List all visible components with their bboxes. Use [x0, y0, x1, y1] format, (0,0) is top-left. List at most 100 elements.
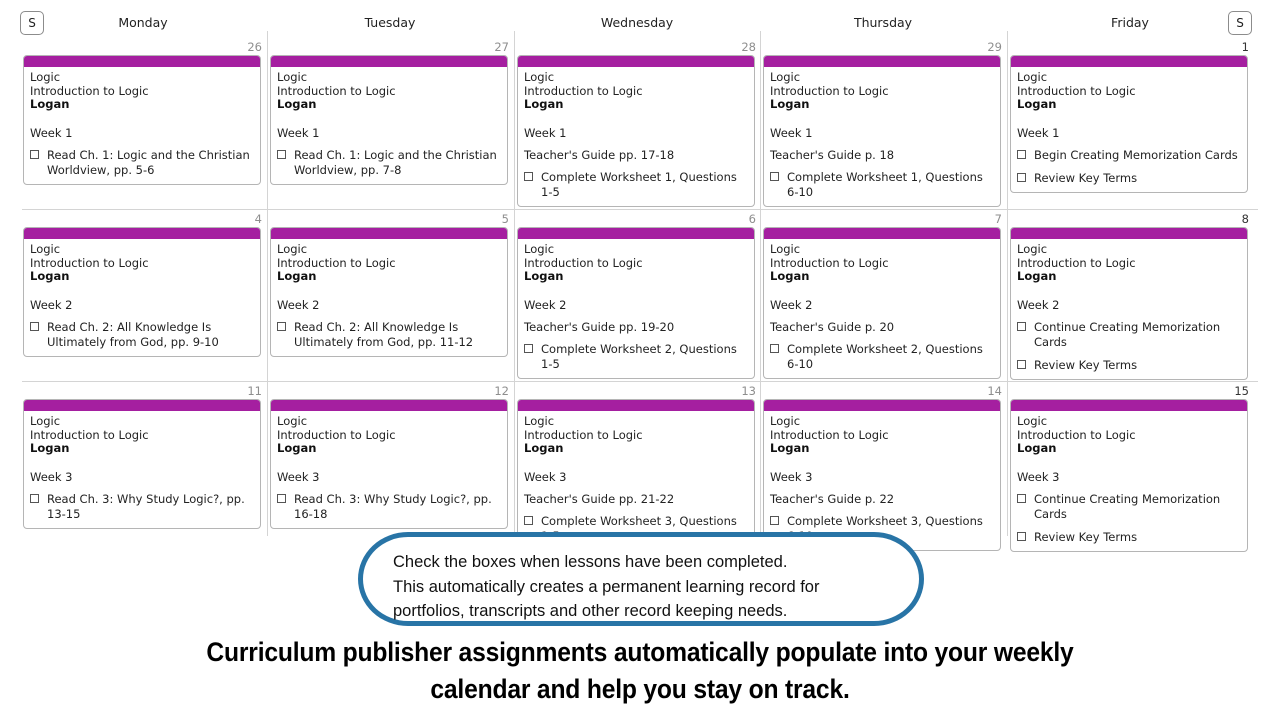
- checkbox-icon[interactable]: [1017, 493, 1026, 503]
- checkbox-icon[interactable]: [277, 321, 286, 331]
- checkbox-icon[interactable]: [277, 493, 286, 503]
- checkbox-icon[interactable]: [770, 171, 779, 181]
- checkbox-icon[interactable]: [524, 171, 533, 181]
- day-header-friday: Friday: [1111, 15, 1149, 30]
- date-number: 8: [1241, 212, 1249, 226]
- checkbox-icon[interactable]: [277, 149, 286, 159]
- tagline: Curriculum publisher assignments automat…: [129, 634, 1152, 708]
- event-student-name: Logan: [524, 97, 564, 112]
- checkbox-icon[interactable]: [524, 343, 533, 353]
- task-row[interactable]: Read Ch. 3: Why Study Logic?, pp. 16-18: [277, 492, 501, 522]
- checkbox-icon[interactable]: [30, 493, 39, 503]
- event-title: Introduction to Logic: [524, 83, 643, 98]
- checkbox-icon[interactable]: [1017, 149, 1026, 159]
- task-row[interactable]: Read Ch. 2: All Knowledge Is Ultimately …: [30, 320, 254, 350]
- task-row[interactable]: Continue Creating Memorization Cards: [1017, 320, 1241, 350]
- day-header-monday: Monday: [118, 15, 168, 30]
- event-card[interactable]: Logic Introduction to Logic Logan Week 1 Rea…: [270, 55, 508, 185]
- event-card[interactable]: Logic Introduction to Logic Logan Week 2 Rea…: [270, 227, 508, 357]
- callout-text: Check the boxes when lessons have been c…: [393, 550, 898, 624]
- event-body: Logic Introduction to Logic Logan Week 1 Rea…: [24, 67, 260, 184]
- event-body: Logic Introduction to Logic Logan Week 3 Rea…: [24, 411, 260, 528]
- task-row[interactable]: Complete Worksheet 1, Questions 6-10: [770, 170, 994, 200]
- event-week-label: Week 2: [1017, 297, 1060, 312]
- event-card[interactable]: Logic Introduction to Logic Logan Week 2 Tea…: [763, 227, 1001, 379]
- task-label: Read Ch. 2: All Knowledge Is Ultimately …: [294, 319, 474, 349]
- event-color-bar: [271, 56, 507, 67]
- event-student-name: Logan: [524, 441, 564, 456]
- date-number: 12: [494, 384, 509, 398]
- event-week-label: Week 2: [770, 297, 813, 312]
- date-number: 11: [247, 384, 262, 398]
- task-label: Read Ch. 2: All Knowledge Is Ultimately …: [47, 319, 219, 349]
- date-number: 14: [987, 384, 1002, 398]
- event-card[interactable]: Logic Introduction to Logic Logan Week 3 Con…: [1010, 399, 1248, 552]
- event-color-bar: [24, 56, 260, 67]
- task-label: Read Ch. 1: Logic and the Christian Worl…: [47, 147, 250, 177]
- event-card[interactable]: Logic Introduction to Logic Logan Week 1 Rea…: [23, 55, 261, 185]
- checkbox-icon[interactable]: [524, 515, 533, 525]
- checkbox-icon[interactable]: [1017, 359, 1026, 369]
- event-teacher-guide-note: Teacher's Guide p. 20: [770, 319, 895, 334]
- event-title: Introduction to Logic: [277, 83, 396, 98]
- event-title: Introduction to Logic: [770, 83, 889, 98]
- tagline-line-2: calendar and help you stay on track.: [430, 674, 850, 704]
- event-card[interactable]: Logic Introduction to Logic Logan Week 3 Rea…: [23, 399, 261, 529]
- task-row[interactable]: Read Ch. 3: Why Study Logic?, pp. 13-15: [30, 492, 254, 522]
- checkbox-icon[interactable]: [770, 515, 779, 525]
- task-row[interactable]: Complete Worksheet 1, Questions 1-5: [524, 170, 748, 200]
- event-course: Logic: [30, 414, 61, 428]
- task-row[interactable]: Complete Worksheet 2, Questions 6-10: [770, 342, 994, 372]
- event-card[interactable]: Logic Introduction to Logic Logan Week 3 Tea…: [517, 399, 755, 551]
- column-divider: [514, 31, 515, 536]
- event-course: Logic: [770, 414, 801, 428]
- event-color-bar: [518, 56, 754, 67]
- checkbox-icon[interactable]: [770, 343, 779, 353]
- page-root: S S Monday Tuesday Wednesday Thursday Fr…: [0, 0, 1280, 720]
- task-row[interactable]: Read Ch. 1: Logic and the Christian Worl…: [277, 148, 501, 178]
- date-number: 15: [1234, 384, 1249, 398]
- event-title: Introduction to Logic: [277, 255, 396, 270]
- checkbox-icon[interactable]: [30, 321, 39, 331]
- checkbox-icon[interactable]: [1017, 172, 1026, 182]
- event-card[interactable]: Logic Introduction to Logic Logan Week 1 Tea…: [763, 55, 1001, 207]
- day-header-wednesday: Wednesday: [600, 15, 674, 30]
- task-row[interactable]: Complete Worksheet 2, Questions 1-5: [524, 342, 748, 372]
- event-card[interactable]: Logic Introduction to Logic Logan Week 3 Tea…: [763, 399, 1001, 551]
- event-body: Logic Introduction to Logic Logan Week 1 Rea…: [271, 67, 507, 184]
- event-week-label: Week 2: [277, 297, 320, 312]
- event-card[interactable]: Logic Introduction to Logic Logan Week 2 Rea…: [23, 227, 261, 357]
- task-row[interactable]: Read Ch. 1: Logic and the Christian Worl…: [30, 148, 254, 178]
- event-course: Logic: [524, 242, 555, 256]
- event-course: Logic: [770, 242, 801, 256]
- task-row[interactable]: Review Key Terms: [1017, 530, 1241, 545]
- column-divider: [1007, 31, 1008, 536]
- event-color-bar: [518, 228, 754, 239]
- event-title: Introduction to Logic: [30, 255, 149, 270]
- callout-line-1: Check the boxes when lessons have been c…: [393, 553, 788, 571]
- event-course: Logic: [524, 70, 555, 84]
- event-title: Introduction to Logic: [524, 255, 643, 270]
- task-row[interactable]: Review Key Terms: [1017, 171, 1241, 186]
- task-row[interactable]: Read Ch. 2: All Knowledge Is Ultimately …: [277, 320, 501, 350]
- checkbox-icon[interactable]: [30, 149, 39, 159]
- task-label: Review Key Terms: [1034, 529, 1138, 544]
- task-row[interactable]: Begin Creating Memorization Cards: [1017, 148, 1241, 163]
- checkbox-icon[interactable]: [1017, 321, 1026, 331]
- event-color-bar: [764, 400, 1000, 411]
- task-row[interactable]: Continue Creating Memorization Cards: [1017, 492, 1241, 522]
- event-title: Introduction to Logic: [1017, 83, 1136, 98]
- event-week-label: Week 1: [524, 125, 567, 140]
- event-card[interactable]: Logic Introduction to Logic Logan Week 2 Tea…: [517, 227, 755, 379]
- event-card[interactable]: Logic Introduction to Logic Logan Week 2 Con…: [1010, 227, 1248, 380]
- task-label: Complete Worksheet 2, Questions 6-10: [787, 341, 983, 371]
- event-course: Logic: [30, 242, 61, 256]
- task-label: Complete Worksheet 1, Questions 6-10: [787, 169, 983, 199]
- event-card[interactable]: Logic Introduction to Logic Logan Week 1 Beg…: [1010, 55, 1248, 193]
- event-card[interactable]: Logic Introduction to Logic Logan Week 3 Rea…: [270, 399, 508, 529]
- checkbox-icon[interactable]: [1017, 531, 1026, 541]
- event-body: Logic Introduction to Logic Logan Week 2 Tea…: [518, 239, 754, 378]
- task-row[interactable]: Review Key Terms: [1017, 358, 1241, 373]
- event-body: Logic Introduction to Logic Logan Week 2 Rea…: [24, 239, 260, 356]
- event-card[interactable]: Logic Introduction to Logic Logan Week 1 Tea…: [517, 55, 755, 207]
